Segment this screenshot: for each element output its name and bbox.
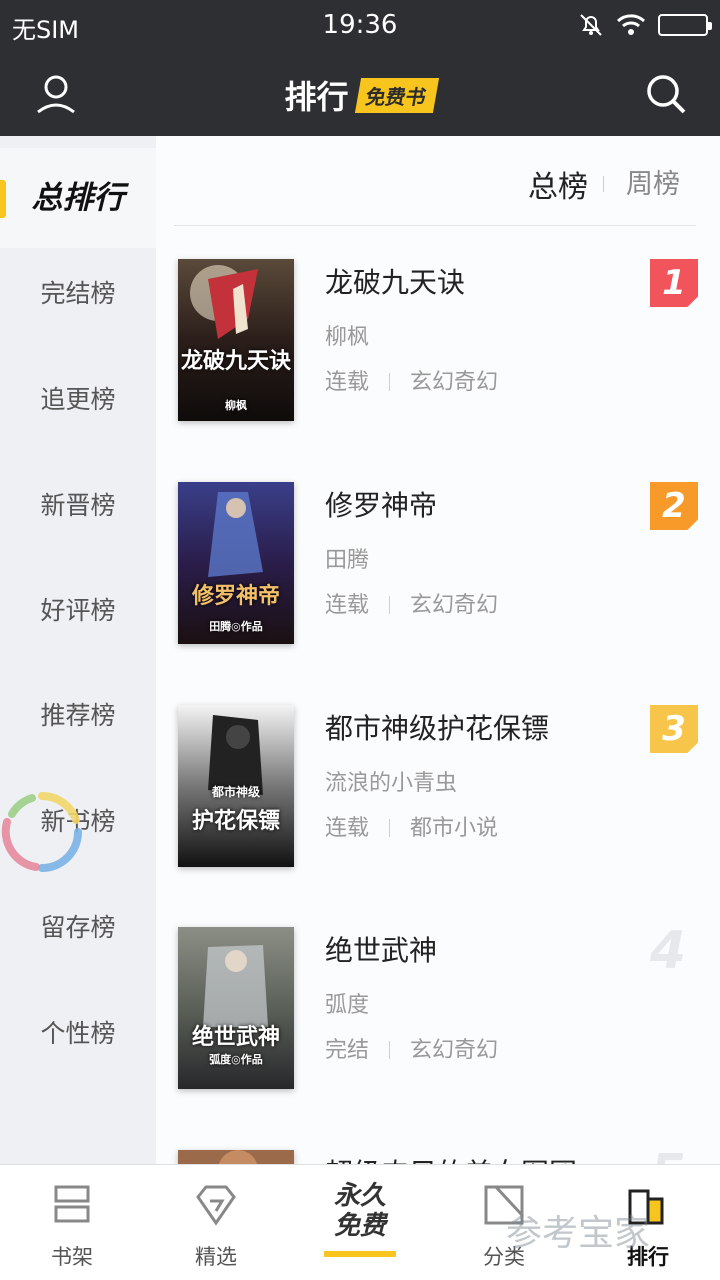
mute-bell-icon [580, 14, 602, 36]
sidebar-item-personalized[interactable]: 个性榜 [0, 994, 156, 1074]
nav-forever-free[interactable]: 永久 免费 [288, 1165, 432, 1280]
meta-divider [389, 596, 391, 614]
sidebar-item-completed[interactable]: 完结榜 [0, 254, 156, 334]
rank-badge: 3 [650, 705, 698, 753]
book-cover: 绝世武神 弧度◎作品 [178, 927, 294, 1089]
tab-weekly[interactable]: 周榜 [626, 162, 680, 201]
meta-divider [389, 373, 391, 391]
forever-free-underline [324, 1251, 396, 1257]
cover-title: 修罗神帝 [191, 583, 280, 609]
rank-badge: 2 [650, 482, 698, 530]
loading-spinner-icon [0, 790, 84, 874]
forever-free-line-2: 免费 [333, 1211, 386, 1241]
app-header: 排行 免费书 [0, 52, 720, 136]
status-bar: 无SIM 19:36 [0, 0, 720, 52]
wifi-icon [616, 14, 646, 35]
cover-title: 护花保镖 [191, 808, 280, 834]
book-genre: 都市小说 [410, 816, 499, 841]
battery-icon [658, 14, 712, 36]
book-title: 绝世武神 [325, 934, 438, 967]
book-item[interactable]: 超级肉目的美女图团 5 [178, 1148, 698, 1164]
tab-total[interactable]: 总榜 [528, 162, 588, 206]
cover-author: 田腾◎作品 [209, 620, 263, 633]
meta-divider [389, 819, 391, 837]
sidebar-item-retention[interactable]: 留存榜 [0, 888, 156, 968]
book-meta: 连载 都市小说 [325, 810, 498, 842]
ranking-tabs: 总榜 周榜 [174, 136, 696, 226]
book-item[interactable]: 龙破九天诀 柳枫 龙破九天诀 柳枫 连载 玄幻奇幻 1 [178, 259, 698, 429]
book-cover: 都市神级 护花保镖 [178, 705, 294, 867]
book-genre: 玄幻奇幻 [410, 370, 499, 395]
book-status: 完结 [325, 1038, 370, 1063]
page-title: 排行 [284, 78, 349, 116]
rank-badge: 1 [650, 259, 698, 307]
book-cover: 龙破九天诀 柳枫 [178, 259, 294, 421]
sidebar-item-updating[interactable]: 追更榜 [0, 360, 156, 440]
book-author: 柳枫 [325, 325, 370, 350]
cover-subtitle: 都市神级 [211, 785, 260, 799]
book-status: 连载 [325, 370, 370, 395]
cover-title: 龙破九天诀 [180, 348, 291, 374]
book-item[interactable]: 修罗神帝 田腾◎作品 修罗神帝 田腾 连载 玄幻奇幻 2 [178, 482, 698, 652]
nav-bookshelf-label: 书架 [51, 1245, 93, 1269]
book-genre: 玄幻奇幻 [410, 1038, 499, 1063]
cover-title: 绝世武神 [191, 1024, 280, 1050]
book-title: 龙破九天诀 [325, 266, 466, 299]
search-button[interactable] [644, 72, 688, 116]
ranking-category-sidebar: 总排行 完结榜 追更榜 新晋榜 好评榜 推荐榜 新书榜 留存榜 个性榜 [0, 136, 156, 1164]
watermark: 参考宝家 [506, 1213, 651, 1254]
forever-free-label: 永久 免费 [320, 1181, 400, 1241]
sidebar-item-recommended[interactable]: 推荐榜 [0, 676, 156, 756]
book-author: 田腾 [325, 548, 370, 573]
nav-featured[interactable]: 精选 [144, 1165, 288, 1280]
free-books-badge: 免费书 [354, 77, 439, 113]
header-title-wrap: 排行 免费书 [0, 72, 720, 118]
diamond-icon [196, 1185, 236, 1226]
book-item[interactable]: 绝世武神 弧度◎作品 绝世武神 弧度 完结 玄幻奇幻 4 [178, 921, 698, 1097]
cover-author: 柳枫 [225, 399, 247, 412]
status-icons [578, 12, 712, 38]
book-meta: 连载 玄幻奇幻 [325, 364, 498, 396]
book-title: 修罗神帝 [325, 489, 438, 522]
forever-free-line-1: 永久 [333, 1181, 386, 1211]
book-author: 弧度 [325, 993, 370, 1018]
rank-number: 5 [638, 1148, 698, 1164]
book-genre: 玄幻奇幻 [410, 593, 499, 618]
book-status: 连载 [325, 816, 370, 841]
cover-author: 弧度◎作品 [209, 1053, 263, 1066]
nav-bookshelf[interactable]: 书架 [0, 1165, 144, 1280]
book-author: 流浪的小青虫 [325, 771, 458, 796]
tab-divider [603, 176, 604, 192]
search-icon [647, 75, 686, 114]
meta-divider [389, 1041, 391, 1059]
book-title: 超级肉目的美女图团 [325, 1152, 577, 1164]
book-title: 都市神级护花保镖 [325, 712, 550, 745]
nav-featured-label: 精选 [195, 1245, 237, 1269]
book-meta: 完结 玄幻奇幻 [325, 1032, 498, 1064]
book-item[interactable]: 都市神级 护花保镖 都市神级护花保镖 流浪的小青虫 连载 都市小说 3 [178, 705, 698, 875]
book-cover: 修罗神帝 田腾◎作品 [178, 482, 294, 644]
sidebar-item-top-rated[interactable]: 好评榜 [0, 571, 156, 651]
rank-number: 4 [649, 921, 687, 981]
sidebar-item-rising[interactable]: 新晋榜 [0, 466, 156, 546]
book-cover [178, 1150, 294, 1164]
book-meta: 连载 玄幻奇幻 [325, 587, 498, 619]
book-status: 连载 [325, 593, 370, 618]
ranking-list: 总榜 周榜 龙破九天诀 柳枫 龙破九天诀 柳枫 连载 玄幻奇幻 1 修罗神帝 田腾… [156, 136, 720, 1164]
sidebar-item-total[interactable]: 总排行 [0, 148, 156, 248]
bookshelf-icon [54, 1185, 90, 1223]
